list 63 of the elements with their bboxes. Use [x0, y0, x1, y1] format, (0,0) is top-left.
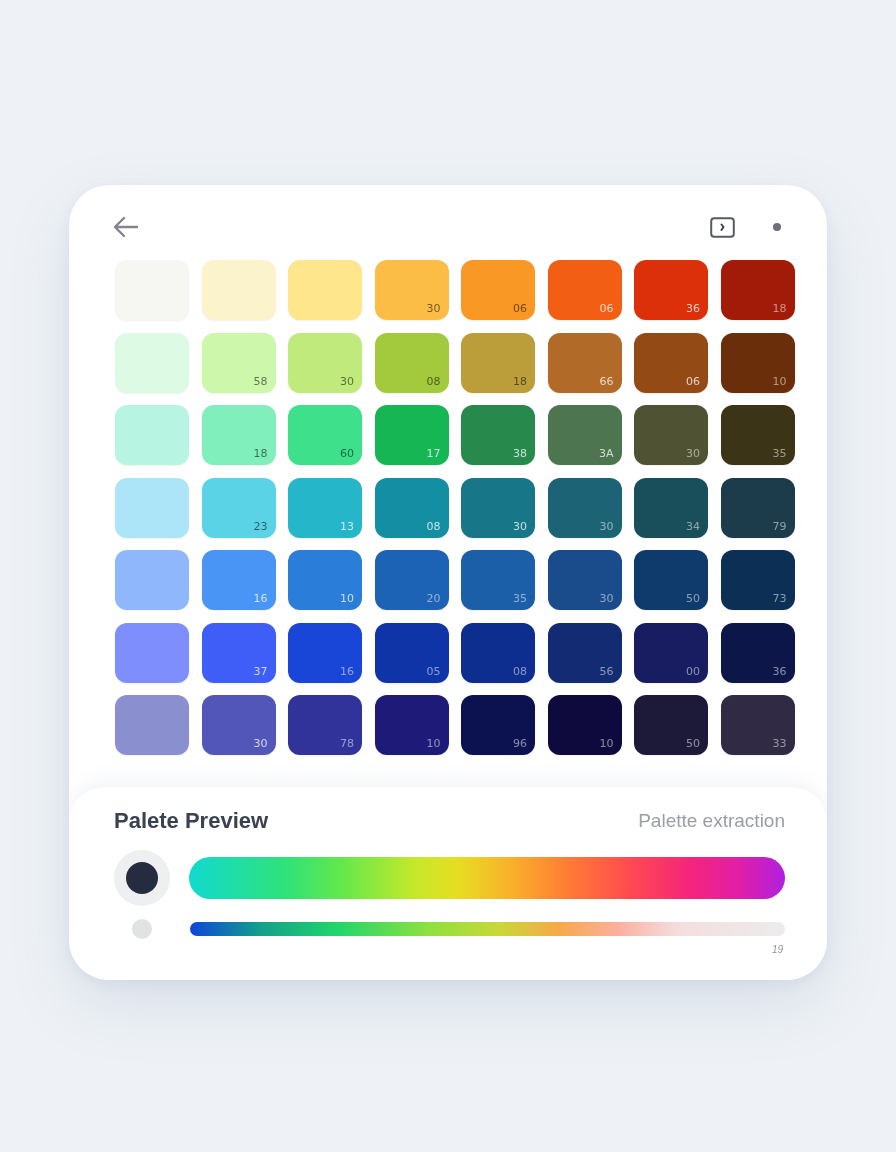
- selected-color-dot-icon[interactable]: [114, 850, 170, 906]
- color-swatch[interactable]: 56: [547, 622, 622, 683]
- color-swatch[interactable]: 58: [201, 332, 276, 393]
- color-swatch[interactable]: 08: [461, 622, 535, 683]
- color-swatch[interactable]: 06: [461, 260, 535, 320]
- color-swatch[interactable]: 18: [720, 260, 795, 320]
- color-swatch[interactable]: 05: [374, 622, 449, 683]
- color-swatch[interactable]: 30: [547, 550, 622, 610]
- color-swatch[interactable]: 13: [288, 477, 362, 538]
- color-swatch[interactable]: 06: [634, 332, 708, 393]
- back-arrow-icon[interactable]: [113, 216, 139, 238]
- color-swatch[interactable]: 33: [720, 695, 795, 755]
- color-swatch[interactable]: 10: [374, 695, 449, 755]
- color-swatch[interactable]: 20: [374, 550, 449, 610]
- color-swatch[interactable]: 30: [288, 332, 362, 393]
- color-swatch[interactable]: 79: [720, 477, 795, 538]
- color-swatch[interactable]: [115, 477, 189, 538]
- color-swatch[interactable]: 36: [720, 622, 795, 683]
- color-swatch[interactable]: 08: [374, 477, 449, 538]
- color-dot-icon[interactable]: [132, 919, 152, 939]
- color-swatch[interactable]: 30: [374, 260, 449, 320]
- color-swatch[interactable]: 50: [634, 550, 708, 610]
- color-swatch[interactable]: [115, 695, 189, 755]
- color-swatch[interactable]: 16: [201, 550, 276, 610]
- color-swatch[interactable]: 50: [634, 695, 708, 755]
- square-chevron-icon[interactable]: [710, 216, 735, 238]
- color-swatch[interactable]: 38: [461, 405, 535, 465]
- color-swatch[interactable]: 16: [288, 622, 362, 683]
- color-swatch[interactable]: 78: [288, 695, 362, 755]
- color-swatch[interactable]: 35: [461, 550, 535, 610]
- color-swatch[interactable]: 06: [547, 260, 622, 320]
- color-swatch[interactable]: 23: [201, 477, 276, 538]
- color-swatch[interactable]: [115, 622, 189, 683]
- color-swatch[interactable]: 73: [720, 550, 795, 610]
- panel-subtitle: Palette extraction: [638, 810, 785, 832]
- color-swatch[interactable]: 60: [288, 405, 362, 465]
- color-swatch[interactable]: 36: [634, 260, 708, 320]
- color-swatch[interactable]: 30: [634, 405, 708, 465]
- color-swatch[interactable]: 30: [201, 695, 276, 755]
- color-swatch[interactable]: 00: [634, 622, 708, 683]
- color-swatch[interactable]: [288, 260, 362, 320]
- color-swatch[interactable]: 30: [461, 477, 535, 538]
- color-swatch[interactable]: 18: [201, 405, 276, 465]
- color-swatch[interactable]: 10: [547, 695, 622, 755]
- color-swatch[interactable]: [115, 550, 189, 610]
- color-swatch[interactable]: 35: [720, 405, 795, 465]
- color-swatch[interactable]: 34: [634, 477, 708, 538]
- color-swatch[interactable]: 37: [201, 622, 276, 683]
- color-swatch[interactable]: 10: [288, 550, 362, 610]
- color-swatch[interactable]: [115, 332, 189, 393]
- dot-icon[interactable]: [773, 223, 781, 231]
- small-label: 19: [771, 944, 783, 955]
- color-swatch[interactable]: 10: [720, 332, 795, 393]
- color-swatch[interactable]: [115, 405, 189, 465]
- color-swatch[interactable]: 30: [547, 477, 622, 538]
- color-swatch[interactable]: 96: [461, 695, 535, 755]
- color-swatch[interactable]: 17: [374, 405, 449, 465]
- color-swatch[interactable]: 3A: [547, 405, 622, 465]
- color-swatch[interactable]: 66: [547, 332, 622, 393]
- color-swatch[interactable]: [201, 260, 276, 320]
- color-swatch[interactable]: 18: [461, 332, 535, 393]
- color-swatch[interactable]: 08: [374, 332, 449, 393]
- panel-title: Palete Preview: [114, 808, 269, 834]
